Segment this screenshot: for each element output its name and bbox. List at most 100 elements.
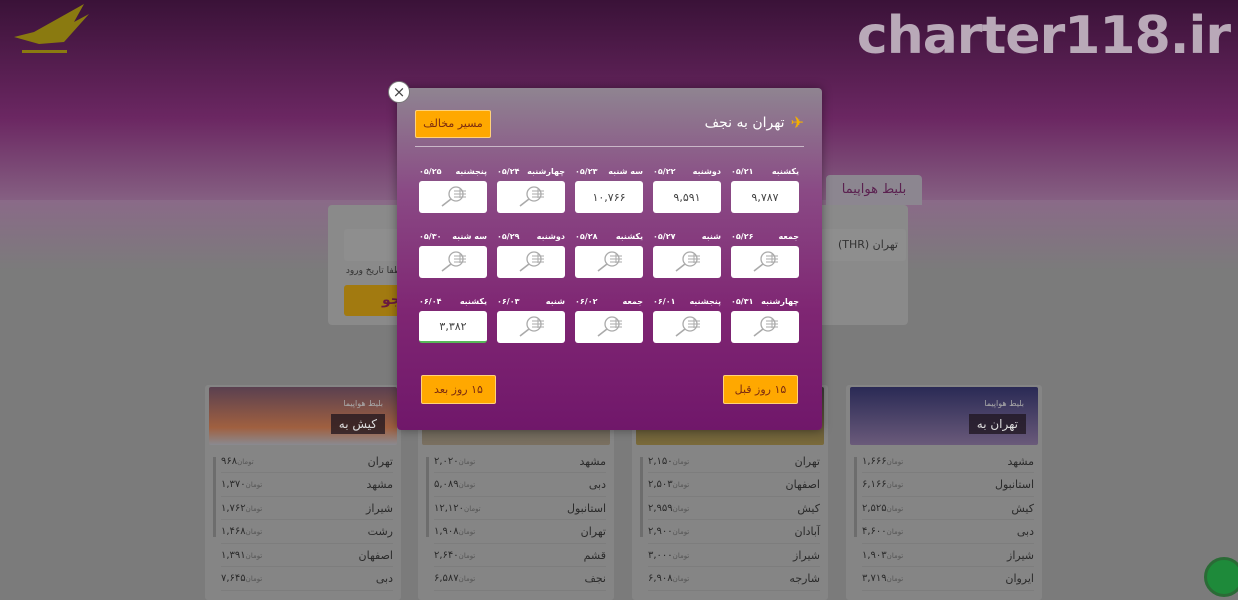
city-name: شیراز <box>366 501 393 515</box>
price-cell[interactable]: ۹,۵۹۱ <box>653 181 721 213</box>
list-item[interactable]: شیراز تومان۳,۰۰۰ <box>648 544 820 567</box>
close-icon[interactable]: × <box>388 81 410 103</box>
list-item[interactable]: ایروان تومان۳,۷۱۹ <box>862 568 1034 591</box>
list-item[interactable]: کیش تومان۲,۵۲۵ <box>862 497 1034 520</box>
list-item[interactable]: قشم تومان۲,۶۴۰ <box>434 544 606 567</box>
card-image[interactable]: بلیط هواپیما تهران به <box>850 387 1038 445</box>
calendar-day[interactable]: چهارشنبه ۰۵/۲۴ <box>497 166 565 213</box>
price: تومان۱,۳۹۱ <box>221 550 265 561</box>
calendar-day[interactable]: جمعه ۰۶/۰۲ <box>575 296 643 343</box>
price: تومان۶,۱۶۶ <box>862 479 906 490</box>
price-value: ۱,۹۰۳ <box>862 549 887 561</box>
prev-15-days-button[interactable]: ۱۵ روز قبل <box>723 375 798 404</box>
date-input[interactable] <box>344 229 404 261</box>
whatsapp-icon[interactable] <box>1204 557 1238 597</box>
calendar-day[interactable]: شنبه ۰۵/۲۷ <box>653 231 721 278</box>
list-item[interactable]: تهران تومان۹۶۸ <box>221 450 393 473</box>
search-price-cell[interactable] <box>653 311 721 343</box>
price-cell[interactable]: ۹,۷۸۷ <box>731 181 799 213</box>
list-item[interactable]: دبی تومان۷,۶۴۵ <box>221 568 393 591</box>
list-item[interactable]: تهران تومان۱,۹۰۸ <box>434 521 606 544</box>
search-price-cell[interactable] <box>419 181 487 213</box>
calendar-day[interactable]: جمعه ۰۵/۲۶ <box>731 231 799 278</box>
search-plane-icon[interactable] <box>670 315 704 340</box>
calendar-day[interactable]: دوشنبه ۰۵/۲۹ <box>497 231 565 278</box>
search-plane-icon[interactable] <box>514 250 548 275</box>
currency-label: تومان <box>886 481 904 489</box>
currency-label: تومان <box>245 481 263 489</box>
calendar-day[interactable]: دوشنبه ۰۵/۲۲ ۹,۵۹۱ <box>653 166 721 213</box>
price-value: ۲,۹۰۰ <box>648 526 673 537</box>
search-plane-icon[interactable] <box>514 315 548 340</box>
search-plane-icon[interactable] <box>748 315 782 340</box>
search-button[interactable]: جستجو <box>344 285 404 316</box>
search-price-cell[interactable] <box>497 181 565 213</box>
list-item[interactable]: تهران تومان۲,۱۵۰ <box>648 450 820 473</box>
calendar-day[interactable]: پنجشنبه ۰۵/۲۵ <box>419 166 487 213</box>
tab-flight-ticket[interactable]: بلیط هواپیما <box>826 175 922 205</box>
price: تومان۱,۷۶۲ <box>221 503 265 514</box>
search-price-cell[interactable] <box>497 246 565 278</box>
search-plane-icon[interactable] <box>436 185 470 210</box>
search-price-cell[interactable] <box>731 246 799 278</box>
weekday-label: پنجشنبه <box>455 167 487 176</box>
calendar-day[interactable]: یکشنبه ۰۵/۲۱ ۹,۷۸۷ <box>731 166 799 213</box>
list-item[interactable]: دبی تومان۵,۰۸۹ <box>434 474 606 497</box>
list-item[interactable]: کیش تومان۲,۹۵۹ <box>648 497 820 520</box>
list-item[interactable]: شیراز تومان۱,۹۰۳ <box>862 544 1034 567</box>
list-item[interactable]: نجف تومان۶,۵۸۷ <box>434 568 606 591</box>
opposite-route-button[interactable]: مسیر مخالف <box>415 110 491 138</box>
list-item[interactable]: شارجه تومان۶,۹۰۸ <box>648 568 820 591</box>
price-value: ۳,۰۰۰ <box>648 549 673 561</box>
price: تومان۱,۴۶۸ <box>221 526 265 537</box>
next-15-days-button[interactable]: ۱۵ روز بعد <box>421 375 496 404</box>
list-item[interactable]: اصفهان تومان۱,۳۹۱ <box>221 544 393 567</box>
list-item[interactable]: دبی تومان۴,۶۰۰ <box>862 521 1034 544</box>
search-price-cell[interactable] <box>575 246 643 278</box>
city-name: تهران <box>580 525 606 538</box>
card-subtitle: بلیط هواپیما <box>984 399 1024 408</box>
city-name: مشهد <box>366 478 393 491</box>
search-price-cell[interactable] <box>497 311 565 343</box>
list-item[interactable]: رشت تومان۱,۴۶۸ <box>221 521 393 544</box>
price-cell[interactable]: ۳,۳۸۲ <box>419 311 487 343</box>
search-plane-icon[interactable] <box>748 250 782 275</box>
scrollbar[interactable] <box>640 457 643 537</box>
city-name: اصفهان <box>785 478 820 491</box>
search-plane-icon[interactable] <box>436 250 470 275</box>
scrollbar[interactable] <box>854 457 857 537</box>
calendar-day[interactable]: پنجشنبه ۰۶/۰۱ <box>653 296 721 343</box>
calendar-day[interactable]: سه شنبه ۰۵/۳۰ <box>419 231 487 278</box>
origin-input[interactable]: تهران (THR) <box>818 229 906 261</box>
search-plane-icon[interactable] <box>514 185 548 210</box>
calendar-day[interactable]: یکشنبه ۰۶/۰۴ ۳,۳۸۲ <box>419 296 487 343</box>
list-item[interactable]: آبادان تومان۲,۹۰۰ <box>648 521 820 544</box>
calendar-day[interactable]: سه شنبه ۰۵/۲۳ ۱۰,۷۶۶ <box>575 166 643 213</box>
search-price-cell[interactable] <box>653 246 721 278</box>
list-item[interactable]: مشهد تومان۱,۶۶۶ <box>862 450 1034 473</box>
price-cell[interactable]: ۱۰,۷۶۶ <box>575 181 643 213</box>
search-price-cell[interactable] <box>575 311 643 343</box>
search-plane-icon[interactable] <box>592 315 626 340</box>
card-image[interactable]: بلیط هواپیما کیش به <box>209 387 397 445</box>
calendar-day[interactable]: چهارشنبه ۰۵/۳۱ <box>731 296 799 343</box>
search-plane-icon[interactable] <box>670 250 704 275</box>
list-item[interactable]: مشهد تومان۱,۳۷۰ <box>221 474 393 497</box>
search-plane-icon[interactable] <box>592 250 626 275</box>
list-item[interactable]: استانبول تومان۱۲,۱۲۰ <box>434 497 606 520</box>
scrollbar[interactable] <box>426 457 429 537</box>
search-price-cell[interactable] <box>419 246 487 278</box>
calendar-day[interactable]: یکشنبه ۰۵/۲۸ <box>575 231 643 278</box>
city-name: دبی <box>588 478 606 491</box>
price: تومان۲,۰۲۰ <box>434 456 478 467</box>
weekday-label: یکشنبه <box>615 232 643 241</box>
calendar-day[interactable]: شنبه ۰۶/۰۳ <box>497 296 565 343</box>
list-item[interactable]: مشهد تومان۲,۰۲۰ <box>434 450 606 473</box>
list-item[interactable]: اصفهان تومان۲,۵۰۳ <box>648 474 820 497</box>
currency-label: تومان <box>886 551 904 560</box>
currency-label: تومان <box>245 551 263 560</box>
scrollbar[interactable] <box>213 457 216 537</box>
search-price-cell[interactable] <box>731 311 799 343</box>
list-item[interactable]: شیراز تومان۱,۷۶۲ <box>221 497 393 520</box>
list-item[interactable]: استانبول تومان۶,۱۶۶ <box>862 474 1034 497</box>
